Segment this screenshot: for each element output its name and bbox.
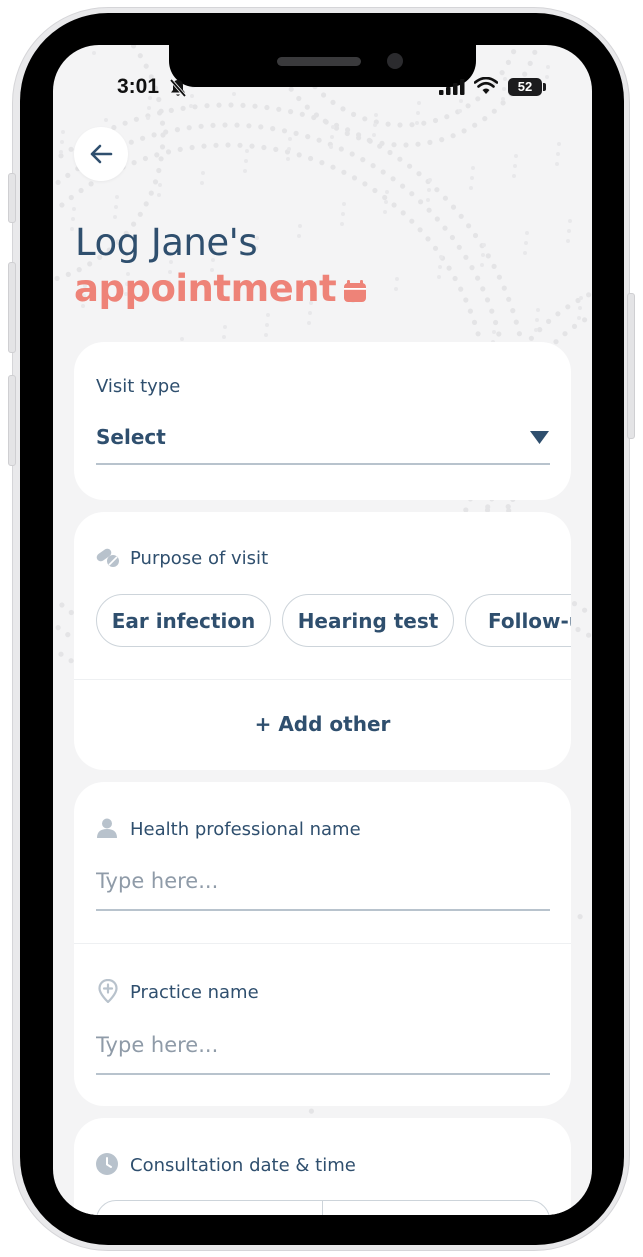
professional-card: Health professional name Practice name: [74, 782, 571, 1106]
purpose-divider: [74, 679, 571, 680]
consultation-time-field[interactable]: [322, 1200, 550, 1215]
chip-ear-infection[interactable]: Ear infection: [96, 594, 271, 647]
power-button: [627, 293, 635, 439]
chip-hearing-test[interactable]: Hearing test: [282, 594, 454, 647]
consultation-card: Consultation date & time: [74, 1118, 571, 1215]
professional-divider: [74, 943, 571, 944]
calendar-icon: [344, 279, 367, 302]
back-button[interactable]: [74, 127, 128, 181]
notch-camera: [387, 53, 403, 69]
health-professional-label: Health professional name: [130, 819, 361, 840]
consultation-date-field[interactable]: [96, 1200, 324, 1215]
practice-label: Practice name: [130, 982, 259, 1003]
page-title-line1: Log Jane's: [75, 221, 258, 264]
app-screen: 3:01 52 Log Jane's appointment Visit typ…: [53, 45, 592, 1215]
health-professional-input[interactable]: [96, 869, 550, 893]
person-icon: [97, 818, 117, 838]
triangle-down-icon[interactable]: [530, 431, 549, 444]
purpose-card: Purpose of visit Ear infection Hearing t…: [74, 512, 571, 770]
notch-speaker: [277, 57, 361, 66]
pill-icon: [96, 548, 119, 567]
consultation-label: Consultation date & time: [130, 1155, 356, 1176]
wifi-icon: [474, 77, 498, 94]
health-professional-underline: [96, 909, 550, 911]
bell-off-icon: [169, 78, 187, 98]
battery-nub: [543, 83, 546, 91]
visit-type-card: Visit type Select: [74, 342, 571, 500]
add-other-button[interactable]: + Add other: [74, 712, 571, 736]
volume-down-button: [8, 375, 16, 466]
page-title-accent: appointment: [74, 267, 337, 310]
battery-indicator: 52: [508, 78, 542, 96]
clock-icon: [96, 1153, 118, 1175]
location-plus-icon: [98, 979, 118, 1003]
status-time: 3:01: [117, 75, 160, 98]
page-title-line2: appointment: [74, 267, 367, 310]
visit-type-label: Visit type: [96, 376, 181, 397]
purpose-label: Purpose of visit: [130, 548, 269, 569]
visit-type-underline: [96, 463, 550, 465]
chip-follow-up[interactable]: Follow-u: [465, 594, 571, 647]
visit-type-select[interactable]: Select: [96, 425, 166, 449]
practice-underline: [96, 1073, 550, 1075]
mute-switch: [8, 173, 16, 223]
arrow-left-icon: [90, 144, 113, 164]
cellular-signal-icon: [439, 79, 465, 95]
device-notch: [169, 45, 476, 87]
practice-input[interactable]: [96, 1033, 550, 1057]
volume-up-button: [8, 262, 16, 353]
